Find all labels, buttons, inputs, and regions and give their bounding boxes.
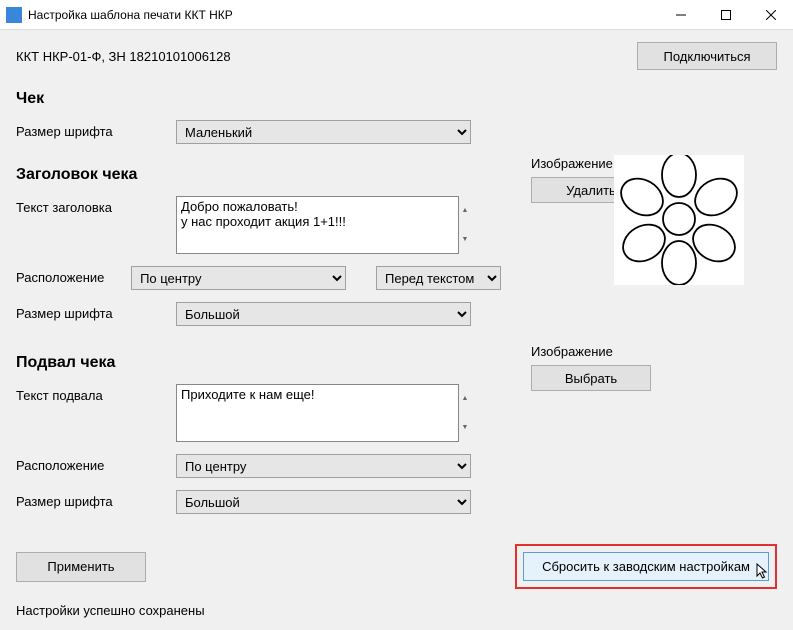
header-image-preview: [614, 155, 744, 285]
footer-position-select[interactable]: По центру: [176, 454, 471, 478]
footer-text-label: Текст подвала: [16, 384, 176, 403]
scroll-down-icon[interactable]: ▼: [459, 413, 471, 442]
scroll-up-icon[interactable]: ▲: [459, 384, 471, 413]
choose-image-button[interactable]: Выбрать: [531, 365, 651, 391]
header-text-input[interactable]: [176, 196, 459, 254]
reset-highlight-box: Сбросить к заводским настройкам: [515, 544, 777, 589]
app-icon: [6, 7, 22, 23]
reset-button[interactable]: Сбросить к заводским настройкам: [523, 552, 769, 581]
header-text-scrollbar[interactable]: ▲ ▼: [459, 196, 471, 254]
section-check-heading: Чек: [16, 90, 777, 108]
header-font-label: Размер шрифта: [16, 302, 176, 321]
check-font-select[interactable]: Маленький: [176, 120, 471, 144]
footer-position-label: Расположение: [16, 454, 176, 473]
footer-text-scrollbar[interactable]: ▲ ▼: [459, 384, 471, 442]
connect-button[interactable]: Подключиться: [637, 42, 777, 70]
scroll-up-icon[interactable]: ▲: [459, 196, 471, 225]
maximize-button[interactable]: [703, 0, 748, 29]
footer-font-label: Размер шрифта: [16, 490, 176, 509]
window-controls: [658, 0, 793, 29]
header-font-select[interactable]: Большой: [176, 302, 471, 326]
header-position-select[interactable]: По центру: [131, 266, 346, 290]
header-text-label: Текст заголовка: [16, 196, 176, 215]
device-info-label: ККТ НКР-01-Ф, ЗН 18210101006128: [16, 49, 231, 64]
close-button[interactable]: [748, 0, 793, 29]
footer-image-label: Изображение: [531, 344, 651, 359]
apply-button[interactable]: Применить: [16, 552, 146, 582]
titlebar: Настройка шаблона печати ККТ НКР: [0, 0, 793, 30]
scroll-down-icon[interactable]: ▼: [459, 225, 471, 254]
status-message: Настройки успешно сохранены: [16, 603, 777, 618]
section-header-heading: Заголовок чека: [16, 166, 501, 184]
check-font-label: Размер шрифта: [16, 120, 176, 139]
section-footer-heading: Подвал чека: [16, 354, 501, 372]
content-area: ККТ НКР-01-Ф, ЗН 18210101006128 Подключи…: [0, 30, 793, 630]
image-position-select[interactable]: Перед текстом: [376, 266, 501, 290]
footer-font-select[interactable]: Большой: [176, 490, 471, 514]
header-position-label: Расположение: [16, 266, 131, 285]
footer-text-input[interactable]: [176, 384, 459, 442]
window-title: Настройка шаблона печати ККТ НКР: [28, 8, 658, 22]
minimize-button[interactable]: [658, 0, 703, 29]
